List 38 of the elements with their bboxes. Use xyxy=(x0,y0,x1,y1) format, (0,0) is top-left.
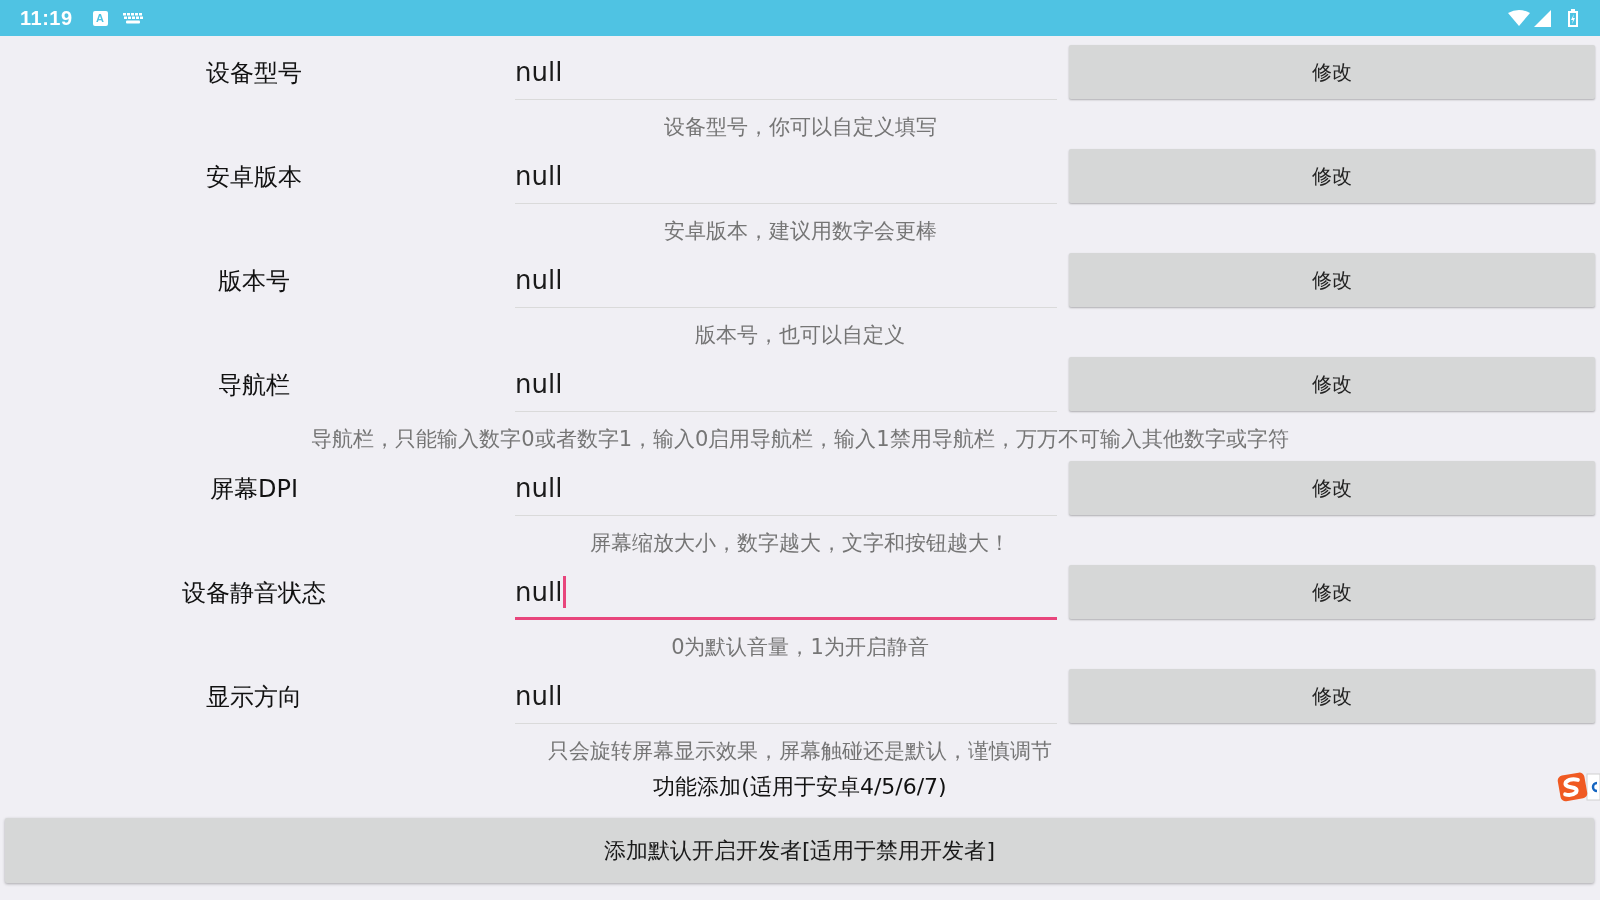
text-field[interactable]: null xyxy=(515,556,1057,620)
hint-text: 导航栏，只能输入数字0或者数字1，输入0启用导航栏，输入1禁用导航栏，万万不可输入其他数字或字符 xyxy=(311,427,1289,452)
hint-text: 版本号，也可以自定义 xyxy=(695,323,905,348)
cursor-icon xyxy=(563,575,567,608)
input-method-indicator: A xyxy=(92,10,108,26)
text-field[interactable]: null xyxy=(515,660,1057,724)
edit-button[interactable]: 修改 xyxy=(1069,669,1595,723)
text-field[interactable]: null xyxy=(515,452,1057,516)
setting-label: 设备型号 xyxy=(206,58,302,89)
edit-button[interactable]: 修改 xyxy=(1069,149,1595,203)
setting-label: 屏幕DPI xyxy=(210,474,298,505)
edit-button[interactable]: 修改 xyxy=(1069,253,1595,307)
text-field[interactable]: null xyxy=(515,36,1057,100)
edit-button[interactable]: 修改 xyxy=(1069,45,1595,99)
battery-charging-icon xyxy=(1568,9,1578,27)
clock-time: 11:19 xyxy=(20,6,73,30)
hint-text: 设备型号，你可以自定义填写 xyxy=(663,115,937,140)
text-field[interactable]: null xyxy=(515,244,1057,308)
wifi-icon xyxy=(1508,10,1530,26)
keyboard-icon xyxy=(122,12,143,24)
setting-label: 导航栏 xyxy=(218,370,290,401)
floating-logo-icon[interactable] xyxy=(1557,770,1600,804)
setting-label: 版本号 xyxy=(218,266,290,297)
hint-text: 安卓版本，建议用数字会更棒 xyxy=(663,219,937,244)
hint-text: 屏幕缩放大小，数字越大，文字和按钮越大！ xyxy=(590,531,1010,556)
hint-text: 只会旋转屏幕显示效果，屏幕触碰还是默认，谨慎调节 xyxy=(548,739,1052,764)
edit-button[interactable]: 修改 xyxy=(1069,565,1595,619)
text-field[interactable]: null xyxy=(515,348,1057,412)
text-field[interactable]: null xyxy=(515,140,1057,204)
setting-label: 显示方向 xyxy=(206,682,302,713)
hint-text: 0为默认音量，1为开启静音 xyxy=(671,635,929,660)
setting-label: 设备静音状态 xyxy=(182,578,326,609)
section-title: 功能添加(适用于安卓4/5/6/7) xyxy=(653,773,947,801)
setting-label: 安卓版本 xyxy=(206,162,302,193)
signal-icon xyxy=(1534,9,1551,27)
edit-button[interactable]: 修改 xyxy=(1069,461,1595,515)
add-developer-button[interactable]: 添加默认开启开发者[适用于禁用开发者] xyxy=(5,818,1594,883)
edit-button[interactable]: 修改 xyxy=(1069,357,1595,411)
